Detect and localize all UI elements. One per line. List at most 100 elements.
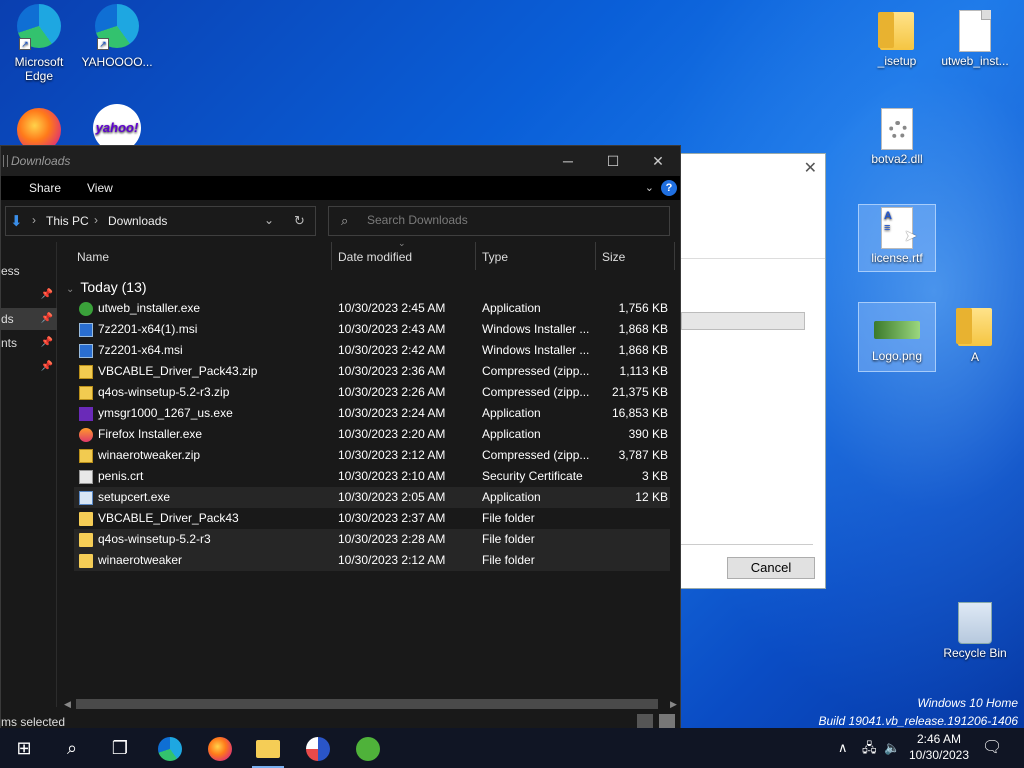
- file-type: Windows Installer ...: [482, 343, 590, 357]
- tab-share[interactable]: Share: [29, 181, 61, 195]
- recycle-bin-icon: [958, 602, 992, 644]
- file-row[interactable]: winaerotweaker.zip 10/30/2023 2:12 AM Comp…: [74, 445, 670, 466]
- file-name: ymsgr1000_1267_us.exe: [98, 406, 233, 420]
- file-row[interactable]: VBCABLE_Driver_Pack43 10/30/2023 2:37 AM F…: [74, 508, 670, 529]
- show-hidden-icons-button[interactable]: ∧: [838, 728, 848, 768]
- notifications-icon[interactable]: 🗨: [982, 728, 1002, 768]
- file-type: Application: [482, 427, 541, 441]
- breadcrumb-separator-icon[interactable]: ›: [32, 213, 36, 227]
- taskbar-edge-button[interactable]: [146, 728, 194, 768]
- taskbar: ⊞ ⌕ ❐ ∧ 🖧 🔈 2:46 AM 10/30/2023 🗨: [0, 728, 1024, 768]
- address-bar[interactable]: ⬇ › This PC › Downloads ⌄ ↻: [5, 206, 316, 236]
- desktop-icon-microsoft-edge[interactable]: ↗ Microsoft Edge: [0, 4, 78, 83]
- column-header-size[interactable]: Size: [602, 242, 625, 272]
- desktop-icon-isetup[interactable]: _isetup: [858, 8, 936, 68]
- minimize-button[interactable]: ─: [545, 146, 591, 176]
- maximize-button[interactable]: ☐: [590, 146, 636, 176]
- help-icon[interactable]: ?: [661, 180, 677, 196]
- file-row[interactable]: 7z2201-x64.msi 10/30/2023 2:42 AM Windows …: [74, 340, 670, 361]
- file-row[interactable]: setupcert.exe 10/30/2023 2:05 AM Applicati…: [74, 487, 670, 508]
- taskbar-firefox-button[interactable]: [196, 728, 244, 768]
- taskbar-file-explorer-button[interactable]: [244, 728, 292, 768]
- dialog-close-button[interactable]: ✕: [804, 158, 817, 178]
- column-header-type[interactable]: Type: [482, 242, 508, 272]
- file-name: winaerotweaker.zip: [98, 448, 201, 462]
- horizontal-scrollbar[interactable]: ◀ ▶: [58, 696, 680, 712]
- file-date-modified: 10/30/2023 2:36 AM: [338, 364, 446, 378]
- nav-item-desktop[interactable]: 📌: [1, 284, 57, 306]
- tab-view[interactable]: View: [87, 181, 113, 195]
- taskbar-utorrent-button[interactable]: [344, 728, 392, 768]
- desktop-icon-license-rtf[interactable]: A ≡ license.rtf: [858, 204, 936, 272]
- desktop-icon-folder-a[interactable]: A: [936, 304, 1014, 364]
- search-box[interactable]: ⌕: [328, 206, 670, 236]
- desktop-icon-utweb-inst[interactable]: utweb_inst...: [936, 8, 1014, 68]
- taskbar-app-button[interactable]: [294, 728, 342, 768]
- zip-icon: [79, 449, 93, 463]
- breadcrumb-downloads[interactable]: Downloads: [108, 214, 167, 228]
- edge-icon: [158, 737, 182, 762]
- file-row[interactable]: Firefox Installer.exe 10/30/2023 2:20 AM A…: [74, 424, 670, 445]
- file-date-modified: 10/30/2023 2:05 AM: [338, 490, 446, 504]
- clock[interactable]: 2:46 AM 10/30/2023: [902, 731, 976, 763]
- file-row[interactable]: q4os-winsetup-5.2-r3 10/30/2023 2:28 AM Fi…: [74, 529, 670, 550]
- task-view-button[interactable]: ❐: [96, 728, 144, 768]
- file-type: Compressed (zipp...: [482, 385, 590, 399]
- nav-item-downloads[interactable]: ds 📌: [1, 308, 57, 330]
- setup-icon: [79, 491, 93, 505]
- certificate-icon: [79, 470, 93, 484]
- file-row[interactable]: winaerotweaker 10/30/2023 2:12 AM File fol…: [74, 550, 670, 571]
- file-row[interactable]: VBCABLE_Driver_Pack43.zip 10/30/2023 2:36…: [74, 361, 670, 382]
- dll-gear-icon: [881, 108, 913, 150]
- nav-item-pictures[interactable]: 📌: [1, 356, 57, 378]
- nav-item-quick-access[interactable]: ess: [1, 260, 57, 282]
- refresh-icon[interactable]: ↻: [294, 213, 305, 229]
- windows-watermark: Windows 10 Home Build 19041.vb_release.1…: [819, 694, 1019, 730]
- column-divider[interactable]: [674, 242, 675, 270]
- close-button[interactable]: ✕: [635, 146, 681, 176]
- desktop-icon-yahooooo[interactable]: ↗ YAHOOOO...: [78, 4, 156, 69]
- file-size: 3 KB: [641, 469, 668, 483]
- column-divider[interactable]: [331, 242, 332, 270]
- desktop-icon-label: utweb_inst...: [941, 54, 1009, 68]
- ribbon-tabs: Share View ⌄ ?: [1, 176, 680, 200]
- title-bar[interactable]: Downloads ─ ☐ ✕: [1, 146, 680, 176]
- file-date-modified: 10/30/2023 2:42 AM: [338, 343, 446, 357]
- network-icon[interactable]: 🖧: [862, 728, 877, 768]
- breadcrumb-separator-icon[interactable]: ›: [94, 213, 98, 227]
- group-header-today[interactable]: ⌄ Today (13): [66, 279, 147, 295]
- file-row[interactable]: q4os-winsetup-5.2-r3.zip 10/30/2023 2:26 …: [74, 382, 670, 403]
- desktop-icon-recycle-bin[interactable]: Recycle Bin: [936, 600, 1014, 660]
- ribbon-expand-chevron-icon[interactable]: ⌄: [645, 181, 654, 194]
- start-button[interactable]: ⊞: [0, 728, 48, 768]
- folder-icon: [956, 308, 992, 346]
- file-row[interactable]: penis.crt 10/30/2023 2:10 AM Security Cert…: [74, 466, 670, 487]
- file-row[interactable]: utweb_installer.exe 10/30/2023 2:45 AM App…: [74, 298, 670, 319]
- nav-item-documents[interactable]: nts 📌: [1, 332, 57, 354]
- details-view-icon[interactable]: [637, 714, 653, 728]
- file-type: File folder: [482, 532, 535, 546]
- breadcrumb-this-pc[interactable]: This PC: [46, 214, 89, 228]
- column-divider[interactable]: [475, 242, 476, 270]
- search-button[interactable]: ⌕: [48, 728, 96, 768]
- group-label: Today (13): [80, 279, 147, 295]
- cancel-button[interactable]: Cancel: [727, 557, 815, 579]
- downloads-location-icon: ⬇: [10, 213, 23, 230]
- file-date-modified: 10/30/2023 2:12 AM: [338, 448, 446, 462]
- search-input[interactable]: [367, 213, 657, 227]
- file-size: 1,113 KB: [619, 364, 668, 378]
- column-divider[interactable]: [595, 242, 596, 270]
- desktop-icon-botva2-dll[interactable]: botva2.dll: [858, 106, 936, 166]
- scrollbar-thumb[interactable]: [76, 699, 658, 709]
- scroll-right-icon[interactable]: ▶: [670, 696, 677, 712]
- desktop-icon-label: Logo.png: [871, 349, 923, 363]
- volume-icon[interactable]: 🔈: [884, 728, 900, 768]
- address-dropdown-icon[interactable]: ⌄: [264, 213, 274, 227]
- file-row[interactable]: ymsgr1000_1267_us.exe 10/30/2023 2:24 AM A…: [74, 403, 670, 424]
- large-icons-view-icon[interactable]: [659, 714, 675, 728]
- file-name: 7z2201-x64.msi: [98, 343, 183, 357]
- scroll-left-icon[interactable]: ◀: [64, 696, 71, 712]
- file-row[interactable]: 7z2201-x64(1).msi 10/30/2023 2:43 AM Windo…: [74, 319, 670, 340]
- desktop-icon-logo-png[interactable]: Logo.png: [858, 302, 936, 372]
- column-header-name[interactable]: Name: [77, 242, 109, 272]
